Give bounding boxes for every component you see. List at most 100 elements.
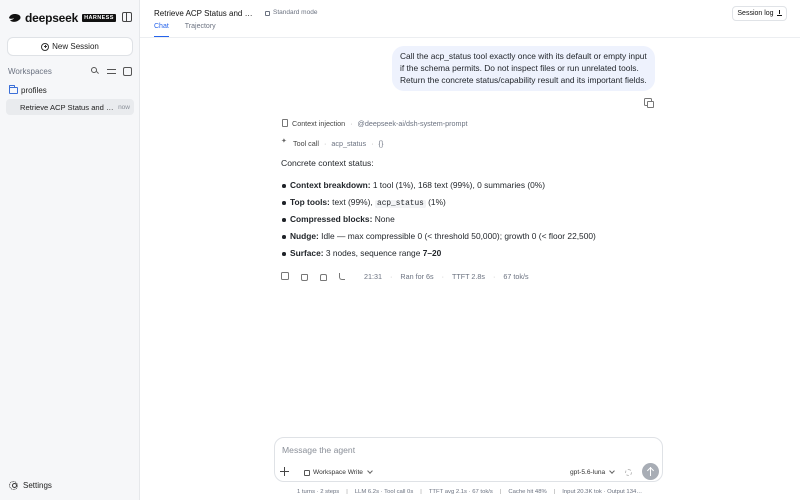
tool-call-event[interactable]: Tool call · acp_status · {} xyxy=(281,137,384,148)
inline-code: acp_status xyxy=(375,200,426,208)
stat-tokens: Input 20.3K tok · Output 134 tok xyxy=(562,488,644,495)
item-text: 1 tool (1%), 168 text (99%), 0 summaries… xyxy=(370,180,546,190)
speed-value: 67 tok/s xyxy=(503,271,529,281)
brand-logo[interactable]: deepseek HARNESS xyxy=(8,11,116,25)
workspaces-header: Workspaces xyxy=(8,66,132,76)
separator: · xyxy=(493,271,496,281)
item-text: Idle — max compressible 0 (< threshold 5… xyxy=(318,231,596,241)
mode-indicator: Standard mode xyxy=(265,9,317,16)
tab-chat[interactable]: Chat xyxy=(154,23,169,37)
session-log-label: Session log xyxy=(737,10,774,17)
session-list-item[interactable]: Retrieve ACP Status and Capabilities now xyxy=(6,99,134,115)
stat-ttft: TTFT avg 2.1s · 67 tok/s xyxy=(428,488,493,495)
workspace-mode-label: Workspace Write xyxy=(313,469,363,476)
separator: · xyxy=(390,271,393,281)
whale-logo-icon xyxy=(9,14,21,22)
brand-badge: HARNESS xyxy=(82,14,116,22)
branch-icon[interactable] xyxy=(338,272,346,280)
session-item-time: now xyxy=(118,103,130,111)
message-actions: 21:31 · Ran for 6s · TTFT 2.8s · 67 tok/… xyxy=(281,271,529,281)
sidebar: deepseek HARNESS New Session Workspaces … xyxy=(0,0,140,500)
model-label: gpt-5.6-luna xyxy=(570,469,606,476)
page-title: Retrieve ACP Status and Capabilities xyxy=(154,9,254,18)
separator: | xyxy=(346,488,348,495)
list-item: Surface: 3 nodes, sequence range 7–20 xyxy=(281,248,596,265)
tool-call-name: acp_status xyxy=(331,138,367,148)
run-duration: Ran for 6s xyxy=(400,271,434,281)
attach-plus-icon[interactable] xyxy=(280,467,289,476)
separator: | xyxy=(553,488,556,495)
thumbs-down-icon[interactable] xyxy=(319,272,327,281)
session-item-title: Retrieve ACP Status and Capabilities xyxy=(20,102,115,112)
item-label: Top tools: xyxy=(290,197,330,207)
session-log-button[interactable]: Session log xyxy=(732,6,787,21)
search-icon[interactable] xyxy=(91,66,100,76)
document-icon xyxy=(282,119,288,127)
separator: | xyxy=(420,488,422,495)
context-injection-label: Context injection xyxy=(292,118,346,128)
download-icon xyxy=(776,10,782,16)
list-item: Top tools: text (99%), acp_status (1%) xyxy=(281,197,596,214)
item-label: Surface: xyxy=(290,248,324,258)
sparkle-icon xyxy=(281,137,289,147)
mode-label: Standard mode xyxy=(273,9,318,16)
status-list: Context breakdown: 1 tool (1%), 168 text… xyxy=(281,180,596,265)
separator: · xyxy=(323,138,327,148)
item-text: None xyxy=(372,214,395,224)
separator: · xyxy=(371,138,374,148)
sidebar-toggle-icon[interactable] xyxy=(122,12,132,22)
filter-icon[interactable] xyxy=(107,67,116,76)
response-heading: Concrete context status: xyxy=(281,158,374,168)
separator: · xyxy=(350,118,353,128)
workspaces-label: Workspaces xyxy=(8,66,52,76)
tool-call-label: Tool call xyxy=(293,138,319,148)
item-text: (1%) xyxy=(425,197,446,207)
message-composer: Workspace Write gpt-5.6-luna xyxy=(274,437,663,482)
folder-label: profiles xyxy=(21,85,47,95)
brand-name: deepseek xyxy=(25,11,79,25)
ttft-value: TTFT 2.8s xyxy=(451,271,485,281)
stat-cache: Cache hit 48% xyxy=(508,488,547,495)
workspace-folder[interactable]: profiles xyxy=(9,84,47,95)
model-select[interactable]: gpt-5.6-luna xyxy=(570,468,616,477)
top-header: Retrieve ACP Status and Capabilities Sta… xyxy=(140,0,800,38)
context-injection-event[interactable]: Context injection · @deepseek-ai/dsh-sys… xyxy=(282,118,468,128)
item-label: Context breakdown: xyxy=(290,180,371,190)
list-item: Nudge: Idle — max compressible 0 (< thre… xyxy=(281,231,596,248)
item-label: Nudge: xyxy=(290,231,319,241)
workspace-mode-select[interactable]: Workspace Write xyxy=(304,468,373,477)
message-input[interactable] xyxy=(282,444,652,456)
thumbs-up-icon[interactable] xyxy=(300,272,308,281)
chevron-down-icon xyxy=(367,468,373,474)
plus-circle-icon xyxy=(41,42,50,51)
gear-icon xyxy=(9,480,18,490)
settings-label: Settings xyxy=(23,480,52,490)
pencil-icon xyxy=(304,469,310,476)
copy-icon[interactable] xyxy=(644,98,654,108)
stat-turns: 1 turns · 2 steps xyxy=(297,488,340,495)
user-message: Call the acp_status tool exactly once wi… xyxy=(392,46,655,91)
message-time: 21:31 xyxy=(364,271,382,281)
new-session-button[interactable]: New Session xyxy=(7,37,133,56)
settings-button[interactable]: Settings xyxy=(9,480,52,490)
stat-llm: LLM 6.2s · Tool call 0s xyxy=(354,488,414,495)
chevron-down-icon xyxy=(609,468,616,474)
new-folder-icon[interactable] xyxy=(123,66,132,76)
loading-spinner-icon xyxy=(625,469,632,476)
separator: | xyxy=(499,488,502,495)
copy-icon[interactable] xyxy=(281,272,289,280)
lock-icon xyxy=(265,10,270,16)
separator: · xyxy=(441,271,444,281)
view-tabs: Chat Trajectory xyxy=(154,23,232,37)
session-stats: 1 turns · 2 steps | LLM 6.2s · Tool call… xyxy=(297,487,643,496)
list-item: Compressed blocks: None xyxy=(281,214,596,231)
new-session-label: New Session xyxy=(52,42,99,51)
tab-trajectory[interactable]: Trajectory xyxy=(185,23,216,37)
list-item: Context breakdown: 1 tool (1%), 168 text… xyxy=(281,180,596,197)
item-label: Compressed blocks: xyxy=(290,214,373,224)
item-text: text (99%), xyxy=(329,197,376,207)
context-injection-value: @deepseek-ai/dsh-system-prompt xyxy=(357,118,468,128)
send-button[interactable] xyxy=(642,463,659,480)
folder-icon xyxy=(9,84,18,94)
tool-call-args: {} xyxy=(378,138,384,148)
